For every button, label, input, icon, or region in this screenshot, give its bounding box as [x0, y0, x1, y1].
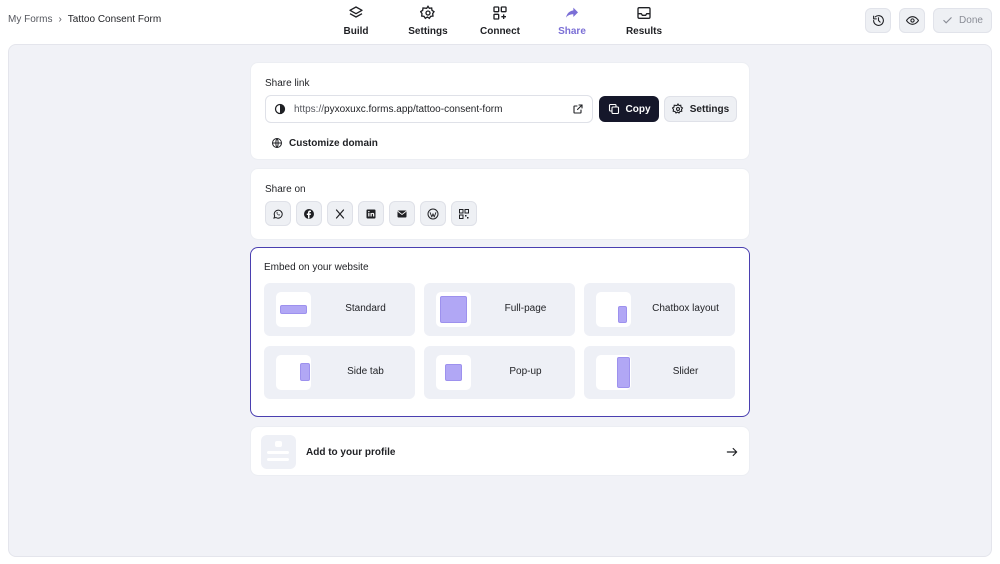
share-qr-code-button[interactable]: [451, 201, 477, 226]
top-bar: My Forms › Tattoo Consent Form Build Set…: [0, 0, 1000, 44]
linkedin-icon: [366, 209, 376, 218]
embed-option-label: Slider: [672, 366, 699, 377]
share-on-title: Share on: [265, 184, 306, 195]
nav-settings[interactable]: Settings: [398, 5, 458, 37]
share-wordpress-button[interactable]: [420, 201, 446, 226]
embed-option-pop-up[interactable]: Pop-up: [424, 346, 575, 399]
x-icon: [335, 208, 345, 219]
qr-code-icon: [459, 208, 469, 219]
nav-build-label: Build: [343, 26, 369, 37]
add-to-profile-card[interactable]: Add to your profile: [250, 426, 750, 476]
embed-option-side-tab[interactable]: Side tab: [264, 346, 415, 399]
share-arrow-icon: [566, 7, 578, 18]
link-settings-button[interactable]: Settings: [664, 96, 737, 122]
customize-domain-link[interactable]: Customize domain: [271, 137, 378, 149]
customize-domain-label: Customize domain: [289, 137, 378, 149]
embed-option-label: Standard: [345, 303, 386, 314]
connect-grid-icon: [493, 6, 507, 20]
gear-icon: [420, 5, 435, 20]
embed-card: Embed on your website Standard Full-page…: [250, 247, 750, 417]
standard-layout-icon: [276, 292, 311, 327]
add-to-profile-label: Add to your profile: [306, 447, 396, 458]
nav-connect-label: Connect: [480, 26, 520, 37]
embed-option-chatbox[interactable]: Chatbox layout: [584, 283, 735, 336]
share-linkedin-button[interactable]: [358, 201, 384, 226]
eye-icon: [905, 16, 919, 25]
settings-button-label: Settings: [689, 103, 730, 115]
preview-button[interactable]: [899, 8, 925, 33]
embed-option-label: Chatbox layout: [652, 303, 719, 314]
copy-icon: [608, 103, 619, 115]
embed-title: Embed on your website: [264, 262, 369, 273]
embed-option-full-page[interactable]: Full-page: [424, 283, 575, 336]
link-status-icon: [274, 103, 286, 115]
layers-icon: [349, 6, 363, 18]
nav-connect[interactable]: Connect: [470, 5, 530, 37]
slider-layout-icon: [596, 355, 631, 390]
embed-options: Standard Full-page Chatbox layout Side t…: [264, 283, 735, 399]
copy-button-label: Copy: [625, 103, 651, 115]
nav-results-label: Results: [625, 26, 663, 37]
embed-option-slider[interactable]: Slider: [584, 346, 735, 399]
history-button[interactable]: [865, 8, 891, 33]
chatbox-layout-icon: [596, 292, 631, 327]
main-nav: Build Settings Connect Share Results: [0, 0, 1000, 44]
full-page-layout-icon: [436, 292, 471, 327]
share-whatsapp-button[interactable]: [265, 201, 291, 226]
embed-option-label: Side tab: [347, 366, 384, 377]
globe-icon: [272, 138, 282, 148]
share-email-button[interactable]: [389, 201, 415, 226]
profile-icon: [261, 435, 296, 469]
inbox-icon: [637, 7, 651, 19]
gear-icon: [671, 103, 684, 114]
share-url-protocol: https://: [294, 103, 325, 115]
arrow-right-icon: [726, 447, 738, 457]
wordpress-icon: [427, 208, 439, 219]
done-button[interactable]: Done: [933, 8, 992, 33]
nav-results[interactable]: Results: [614, 5, 674, 37]
external-link-icon[interactable]: [572, 103, 584, 115]
done-button-label: Done: [959, 15, 983, 26]
whatsapp-icon: [273, 209, 283, 219]
pop-up-layout-icon: [436, 355, 471, 390]
embed-option-label: Pop-up: [509, 366, 542, 377]
share-link-title: Share link: [265, 78, 310, 89]
header-actions: Done: [865, 8, 992, 33]
embed-option-label: Full-page: [504, 303, 547, 314]
check-icon: [943, 17, 952, 24]
email-icon: [397, 210, 407, 217]
side-tab-layout-icon: [276, 355, 311, 390]
nav-build[interactable]: Build: [326, 5, 386, 37]
facebook-icon: [304, 208, 314, 219]
social-buttons: [265, 201, 477, 226]
share-link-card: Share link https:// pyxoxuxc.forms.app/t…: [250, 62, 750, 160]
copy-link-button[interactable]: Copy: [599, 96, 659, 122]
nav-settings-label: Settings: [408, 26, 448, 37]
share-url-field[interactable]: https:// pyxoxuxc.forms.app/tattoo-conse…: [265, 95, 593, 123]
share-x-button[interactable]: [327, 201, 353, 226]
embed-option-standard[interactable]: Standard: [264, 283, 415, 336]
share-facebook-button[interactable]: [296, 201, 322, 226]
nav-share-label: Share: [558, 26, 586, 37]
nav-share[interactable]: Share: [542, 5, 602, 37]
history-icon: [872, 15, 884, 26]
share-canvas: Share link https:// pyxoxuxc.forms.app/t…: [8, 44, 992, 557]
share-on-card: Share on: [250, 168, 750, 240]
share-url-host: pyxoxuxc.forms.app/tattoo-consent-form: [324, 103, 503, 115]
